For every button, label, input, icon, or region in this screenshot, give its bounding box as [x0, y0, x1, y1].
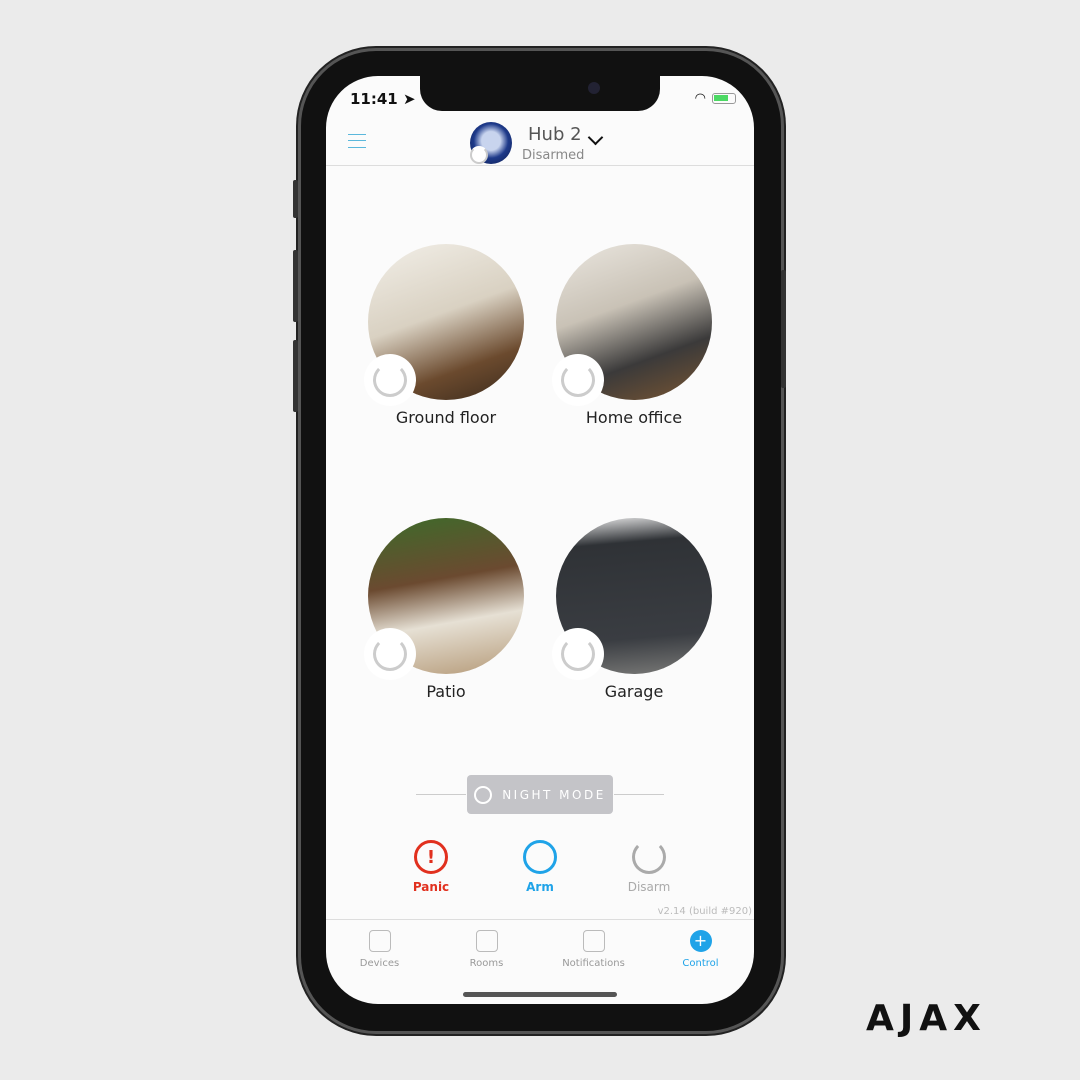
tab-label: Control — [682, 958, 719, 969]
battery-charging-icon — [712, 93, 736, 104]
power-button — [781, 270, 786, 388]
disarm-button[interactable]: Disarm — [609, 840, 689, 894]
room-card[interactable]: Home office — [552, 244, 712, 427]
room-name: Patio — [426, 682, 466, 701]
divider — [416, 794, 466, 795]
room-card[interactable]: Patio — [364, 518, 524, 701]
chevron-down-icon[interactable] — [587, 129, 604, 146]
version-label: v2.14 (build #920) — [657, 906, 752, 917]
home-indicator[interactable] — [463, 992, 617, 997]
room-card[interactable]: Ground floor — [364, 244, 524, 427]
tab-label: Notifications — [562, 958, 625, 969]
room-status-spinner-icon — [552, 628, 604, 680]
tab-notifications[interactable]: Notifications — [540, 930, 647, 969]
status-time: 11:41 ➤ — [350, 90, 416, 108]
room-photo[interactable] — [552, 518, 712, 680]
room-status-spinner-icon — [552, 354, 604, 406]
arm-label: Arm — [526, 880, 554, 894]
night-mode-label: NIGHT MODE — [502, 787, 606, 802]
tab-control[interactable]: + Control — [647, 930, 754, 969]
night-mode-icon — [474, 785, 493, 804]
night-mode-button[interactable]: NIGHT MODE — [467, 775, 613, 814]
hub-status: Disarmed — [522, 148, 585, 163]
room-name: Ground floor — [395, 408, 497, 427]
hub-name[interactable]: Hub 2 — [528, 124, 582, 145]
divider — [614, 794, 664, 795]
room-status-spinner-icon — [364, 354, 416, 406]
room-name: Garage — [604, 682, 664, 701]
disarm-icon — [632, 840, 666, 874]
wifi-icon: ◠ — [694, 91, 706, 106]
tab-label: Devices — [359, 958, 400, 969]
panic-label: Panic — [412, 880, 450, 894]
room-status-spinner-icon — [364, 628, 416, 680]
menu-icon[interactable] — [348, 134, 366, 148]
rooms-icon — [475, 930, 498, 952]
arm-icon — [523, 840, 557, 874]
notifications-icon — [582, 930, 605, 952]
hub-loading-spinner-icon — [470, 146, 488, 164]
tab-label: Rooms — [469, 958, 504, 969]
control-icon: + — [689, 930, 712, 952]
panic-icon: ! — [414, 840, 448, 874]
header: Hub 2 Disarmed — [326, 116, 754, 166]
notch — [420, 76, 660, 111]
status-icons: ◠ — [695, 91, 736, 106]
devices-icon — [368, 930, 391, 952]
arm-button[interactable]: Arm — [500, 840, 580, 894]
room-card[interactable]: Garage — [552, 518, 712, 701]
panic-button[interactable]: ! Panic — [391, 840, 471, 894]
room-photo[interactable] — [364, 518, 524, 680]
camera — [588, 82, 600, 94]
volume-up-button — [293, 250, 298, 322]
disarm-label: Disarm — [627, 880, 671, 894]
room-photo[interactable] — [552, 244, 712, 406]
ajax-logo: AJAX — [866, 998, 987, 1039]
tab-devices[interactable]: Devices — [326, 930, 433, 969]
app-screen: 11:41 ➤ ◠ Hub 2 Disarmed Ground floor Hom… — [326, 76, 754, 1004]
room-photo[interactable] — [364, 244, 524, 406]
volume-down-button — [293, 340, 298, 412]
mute-switch — [293, 180, 298, 218]
location-icon: ➤ — [402, 90, 416, 108]
room-name: Home office — [585, 408, 683, 427]
tab-rooms[interactable]: Rooms — [433, 930, 540, 969]
